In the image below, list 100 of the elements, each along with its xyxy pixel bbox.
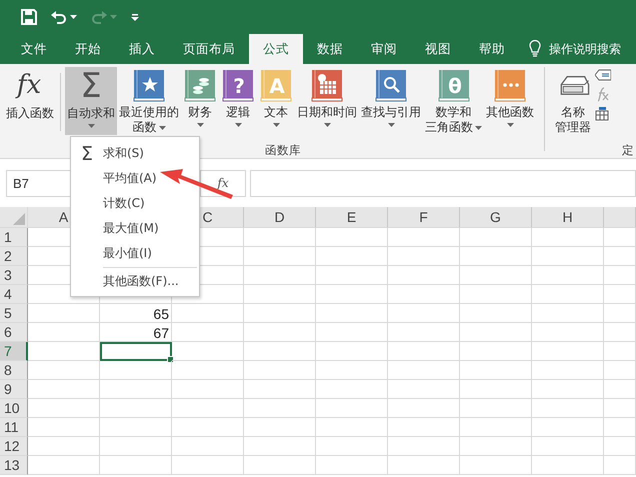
grid-cell[interactable] — [604, 266, 636, 285]
grid-cell[interactable] — [100, 418, 172, 437]
grid-cell[interactable]: 65 — [100, 304, 172, 323]
grid-cell[interactable] — [532, 361, 604, 380]
grid-cell[interactable] — [460, 361, 532, 380]
ribbon-button[interactable]: 查找与引用 — [359, 67, 423, 135]
row-header[interactable]: 7 — [0, 342, 28, 361]
grid-cell[interactable] — [532, 456, 604, 475]
grid-cell[interactable] — [316, 342, 388, 361]
ribbon-button[interactable]: A 文本 — [257, 67, 295, 135]
grid-cell[interactable] — [316, 285, 388, 304]
grid-cell[interactable] — [316, 323, 388, 342]
grid-cell[interactable] — [316, 247, 388, 266]
grid-cell[interactable] — [244, 304, 316, 323]
grid-cell[interactable] — [604, 361, 636, 380]
grid-cell[interactable] — [388, 247, 460, 266]
menu-item[interactable]: 其他函数(F)... — [71, 269, 199, 294]
grid-cell[interactable] — [460, 456, 532, 475]
name-manager-button[interactable]: 名称 管理器 — [553, 67, 593, 135]
grid-cell[interactable] — [388, 437, 460, 456]
ribbon-tab[interactable]: 数据 — [303, 34, 357, 64]
grid-cell[interactable] — [28, 304, 100, 323]
grid-cell[interactable] — [244, 456, 316, 475]
grid-cell[interactable] — [460, 323, 532, 342]
grid-cell[interactable] — [604, 304, 636, 323]
grid-cell[interactable] — [604, 399, 636, 418]
grid-cell[interactable] — [28, 399, 100, 418]
grid-cell[interactable] — [460, 380, 532, 399]
ribbon-tab[interactable]: 页面布局 — [169, 34, 249, 64]
grid-cell[interactable] — [244, 285, 316, 304]
menu-item[interactable]: 最小值(I) — [71, 241, 199, 266]
grid-cell[interactable] — [460, 342, 532, 361]
grid-cell[interactable] — [100, 361, 172, 380]
grid-cell[interactable] — [532, 399, 604, 418]
row-header[interactable]: 10 — [0, 399, 28, 418]
grid-cell[interactable] — [28, 418, 100, 437]
grid-cell[interactable] — [28, 323, 100, 342]
ribbon-button[interactable]: θ 数学和 三角函数 — [423, 67, 484, 135]
grid-cell[interactable] — [604, 380, 636, 399]
grid-cell[interactable] — [532, 304, 604, 323]
grid-cell[interactable] — [604, 247, 636, 266]
row-header[interactable]: 5 — [0, 304, 28, 323]
formula-input[interactable] — [250, 170, 636, 196]
grid-cell[interactable] — [460, 285, 532, 304]
grid-cell[interactable] — [100, 437, 172, 456]
ribbon-tab[interactable]: 帮助 — [465, 34, 519, 64]
column-header[interactable]: D — [244, 207, 316, 228]
grid-cell[interactable] — [388, 399, 460, 418]
grid-cell[interactable] — [244, 342, 316, 361]
insert-function-button[interactable]: fx — [217, 176, 229, 190]
grid-cell[interactable] — [244, 399, 316, 418]
grid-cell[interactable] — [28, 361, 100, 380]
column-header[interactable]: F — [388, 207, 460, 228]
grid-cell[interactable] — [388, 285, 460, 304]
row-header[interactable]: 13 — [0, 456, 28, 475]
grid-cell[interactable] — [28, 437, 100, 456]
ribbon-tab[interactable]: 开始 — [61, 34, 115, 64]
grid-cell[interactable] — [460, 247, 532, 266]
row-header[interactable]: 3 — [0, 266, 28, 285]
grid-cell[interactable] — [316, 399, 388, 418]
grid-cell[interactable] — [532, 266, 604, 285]
selected-cell[interactable] — [100, 342, 172, 361]
grid-cell[interactable] — [244, 437, 316, 456]
ribbon-tab[interactable]: 审阅 — [357, 34, 411, 64]
grid-cell[interactable] — [316, 380, 388, 399]
save-icon[interactable] — [21, 9, 37, 25]
tag-icon[interactable] — [595, 69, 611, 81]
row-header[interactable]: 8 — [0, 361, 28, 380]
row-header[interactable]: 6 — [0, 323, 28, 342]
grid-cell[interactable] — [388, 342, 460, 361]
grid-cell[interactable] — [460, 304, 532, 323]
grid-cell[interactable] — [532, 380, 604, 399]
search-label[interactable]: 操作说明搜索 — [549, 40, 621, 58]
undo-icon[interactable] — [51, 10, 67, 24]
grid-cell[interactable] — [388, 323, 460, 342]
ribbon-button[interactable]: fx 插入函数 — [4, 67, 56, 135]
row-header[interactable]: 2 — [0, 247, 28, 266]
grid-cell[interactable] — [604, 437, 636, 456]
grid-cell[interactable] — [532, 285, 604, 304]
grid-cell[interactable] — [316, 437, 388, 456]
grid-cell[interactable] — [388, 228, 460, 247]
grid-cell[interactable] — [316, 304, 388, 323]
ribbon-button[interactable]: ? 逻辑 — [219, 67, 257, 135]
lightbulb-icon[interactable] — [529, 40, 541, 58]
grid-cell[interactable] — [604, 323, 636, 342]
column-header[interactable]: E — [316, 207, 388, 228]
ribbon-button[interactable]: 最近使用的 函数 — [117, 67, 181, 135]
grid-cell[interactable] — [100, 380, 172, 399]
grid-cell[interactable] — [172, 342, 244, 361]
ribbon-button[interactable]: 日期和时间 — [295, 67, 359, 135]
grid-cell[interactable] — [100, 456, 172, 475]
grid-cell[interactable] — [388, 380, 460, 399]
column-header[interactable]: G — [460, 207, 532, 228]
grid-cell[interactable] — [460, 266, 532, 285]
grid-cell[interactable] — [28, 380, 100, 399]
grid-cell[interactable] — [604, 342, 636, 361]
grid-cell[interactable] — [604, 456, 636, 475]
row-header[interactable]: 4 — [0, 285, 28, 304]
ribbon-button[interactable]: 其他函数 — [484, 67, 536, 135]
grid-cell[interactable] — [244, 361, 316, 380]
